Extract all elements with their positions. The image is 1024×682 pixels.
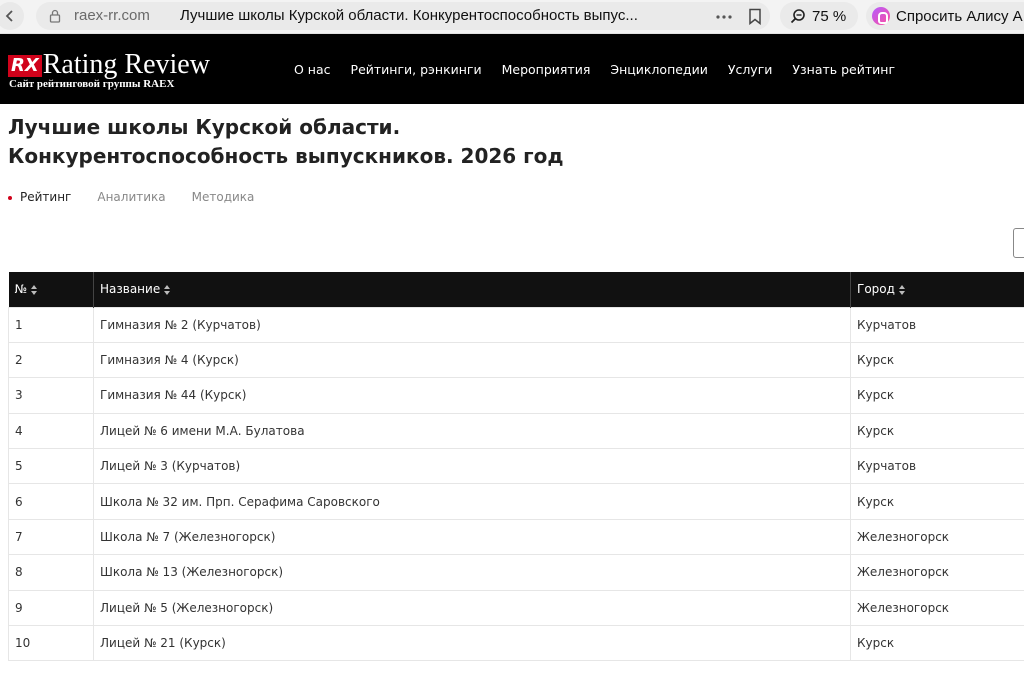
logo-name: Rating Review [42, 49, 210, 80]
ask-alisa-label: Спросить Алису А [896, 7, 1023, 25]
table-header-row: № Название Город [8, 272, 1024, 307]
table-row: 7 Школа № 7 (Железногорск) Железногорск [8, 518, 1024, 556]
nav-item-events[interactable]: Мероприятия [502, 62, 591, 77]
zoom-indicator[interactable]: 75 % [780, 2, 858, 30]
nav-item-ratings[interactable]: Рейтинги, рэнкинги [351, 62, 482, 77]
table-row: 1 Гимназия № 2 (Курчатов) Курчатов [8, 306, 1024, 343]
page-title: Лучшие школы Курской области. Конкуренто… [8, 113, 708, 171]
school-name-cell: Гимназия № 44 (Курск) [93, 377, 851, 414]
rank-cell: 10 [8, 625, 94, 662]
browser-toolbar: raex-rr.com Лучшие школы Курской области… [0, 0, 1024, 34]
table-row: 10 Лицей № 21 (Курск) Курск [8, 625, 1024, 662]
site-header: RX Rating Review Сайт рейтинговой группы … [0, 34, 1024, 104]
back-button[interactable] [0, 2, 24, 30]
rank-cell: 2 [8, 341, 94, 379]
table-row: 3 Гимназия № 44 (Курск) Курск [8, 377, 1024, 414]
arrow-left-icon [5, 10, 13, 22]
city-cell: Железногорск [850, 589, 1024, 627]
city-cell: Курск [850, 412, 1024, 450]
nav-item-get-rating[interactable]: Узнать рейтинг [792, 62, 895, 77]
city-cell: Железногорск [850, 518, 1024, 556]
zoom-level: 75 % [812, 7, 847, 25]
ranking-table: № Название Город 1 Гимназия № 2 (Курчатов… [8, 272, 1024, 662]
column-header-number-label: № [14, 282, 27, 297]
city-cell: Курск [850, 625, 1024, 662]
table-row: 8 Школа № 13 (Железногорск) Железногорск [8, 554, 1024, 591]
page-tab-title: Лучшие школы Курской области. Конкуренто… [180, 7, 638, 24]
tab-rating[interactable]: Рейтинг [8, 190, 71, 204]
sort-icon [898, 284, 905, 295]
table-row: 4 Лицей № 6 имени М.А. Булатова Курск [8, 412, 1024, 450]
more-dots-icon[interactable] [716, 15, 732, 19]
table-row: 2 Гимназия № 4 (Курск) Курск [8, 341, 1024, 379]
school-name-cell: Школа № 13 (Железногорск) [93, 554, 851, 591]
tab-analytics[interactable]: Аналитика [97, 190, 165, 204]
school-name-cell: Школа № 7 (Железногорск) [93, 518, 851, 556]
rank-cell: 3 [8, 377, 94, 414]
tab-rating-label: Рейтинг [20, 190, 72, 204]
address-bar[interactable]: raex-rr.com Лучшие школы Курской области… [36, 2, 770, 30]
address-domain: raex-rr.com [74, 7, 150, 24]
school-name-cell: Лицей № 6 имени М.А. Булатова [93, 412, 851, 450]
rank-cell: 4 [8, 412, 94, 450]
zoom-search-icon [790, 9, 805, 24]
column-header-city[interactable]: Город [850, 272, 1024, 307]
main-nav: О нас Рейтинги, рэнкинги Мероприятия Энц… [294, 62, 915, 77]
content-tabs: Рейтинг Аналитика Методика [8, 190, 280, 204]
active-tab-dot [8, 195, 12, 200]
column-header-number[interactable]: № [8, 272, 94, 307]
nav-item-encyclopedias[interactable]: Энциклопедии [610, 62, 707, 77]
rank-cell: 8 [8, 554, 94, 591]
city-cell: Курчатов [850, 306, 1024, 343]
rank-cell: 6 [8, 483, 94, 520]
city-cell: Курск [850, 341, 1024, 379]
column-header-name-label: Название [100, 282, 161, 297]
nav-item-services[interactable]: Услуги [728, 62, 773, 77]
page-title-line-2: Конкурентоспособность выпускников. 2026 … [8, 144, 564, 168]
table-row: 6 Школа № 32 им. Прп. Серафима Саровского… [8, 483, 1024, 520]
logo-rx-mark: RX [8, 55, 42, 77]
school-name-cell: Гимназия № 2 (Курчатов) [93, 306, 851, 343]
school-name-cell: Гимназия № 4 (Курск) [93, 341, 851, 379]
sort-icon [30, 284, 37, 295]
city-cell: Курчатов [850, 448, 1024, 485]
school-name-cell: Школа № 32 им. Прп. Серафима Саровского [93, 483, 851, 520]
tab-methodology[interactable]: Методика [192, 190, 255, 204]
bookmark-icon[interactable] [748, 8, 762, 25]
nav-item-about[interactable]: О нас [294, 62, 331, 77]
lock-icon [49, 9, 61, 23]
alisa-icon [872, 7, 890, 25]
logo-subtitle: Сайт рейтинговой группы RAEX [9, 78, 175, 90]
table-row: 9 Лицей № 5 (Железногорск) Железногорск [8, 589, 1024, 627]
rank-cell: 9 [8, 589, 94, 627]
page-title-line-1: Лучшие школы Курской области. [8, 115, 401, 139]
rank-cell: 7 [8, 518, 94, 556]
search-field-edge[interactable] [1013, 228, 1024, 258]
city-cell: Курск [850, 377, 1024, 414]
rank-cell: 1 [8, 306, 94, 343]
school-name-cell: Лицей № 21 (Курск) [93, 625, 851, 662]
column-header-city-label: Город [857, 282, 895, 297]
school-name-cell: Лицей № 3 (Курчатов) [93, 448, 851, 485]
ask-alisa-button[interactable]: Спросить Алису А [866, 2, 1024, 30]
school-name-cell: Лицей № 5 (Железногорск) [93, 589, 851, 627]
city-cell: Курск [850, 483, 1024, 520]
city-cell: Железногорск [850, 554, 1024, 591]
site-logo[interactable]: RX Rating Review [8, 50, 210, 80]
table-row: 5 Лицей № 3 (Курчатов) Курчатов [8, 448, 1024, 485]
column-header-name[interactable]: Название [93, 272, 851, 307]
sort-icon [164, 284, 171, 295]
rank-cell: 5 [8, 448, 94, 485]
